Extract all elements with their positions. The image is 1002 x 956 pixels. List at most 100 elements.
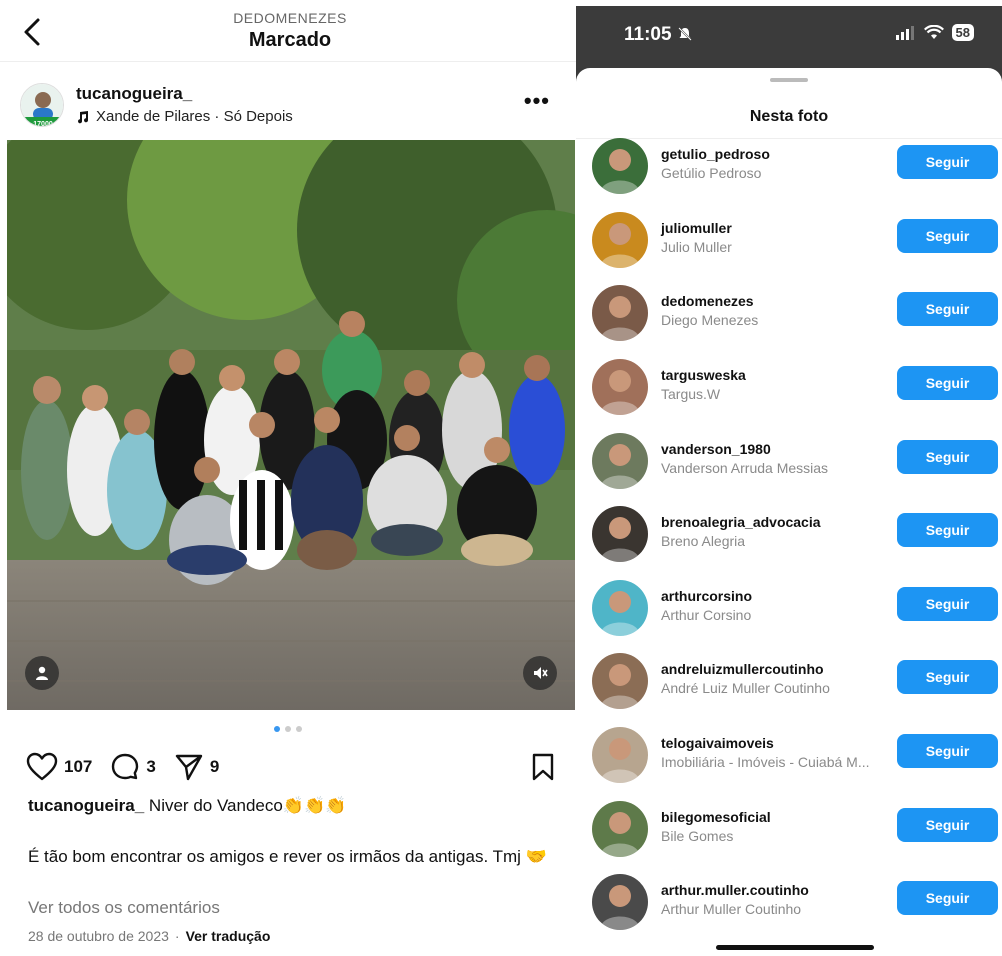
home-indicator xyxy=(716,945,874,950)
post-date: 28 de outubro de 2023 xyxy=(28,928,169,944)
caption: tucanogueira_ Niver do Vandeco👏👏👏 xyxy=(28,795,558,817)
person-username[interactable]: andreluizmullercoutinho xyxy=(661,661,824,677)
person-avatar[interactable] xyxy=(592,874,648,930)
person-row[interactable]: vanderson_1980 Vanderson Arruda Messias Se… xyxy=(576,433,1002,507)
person-avatar[interactable] xyxy=(592,212,648,268)
person-row[interactable]: arthur.muller.coutinho Arthur Muller Cout… xyxy=(576,874,1002,948)
person-row[interactable]: arthurcorsino Arthur Corsino Seguir xyxy=(576,580,1002,654)
tagged-people-button[interactable] xyxy=(25,656,59,690)
share-button[interactable]: 9 xyxy=(174,752,219,782)
page-title: Marcado xyxy=(248,29,332,51)
status-time: 11:05 xyxy=(624,24,693,46)
person-avatar[interactable] xyxy=(592,653,648,709)
follow-button[interactable]: Seguir xyxy=(897,881,998,915)
person-avatar[interactable] xyxy=(592,580,648,636)
like-count: 107 xyxy=(64,757,93,776)
status-time-text: 11:05 xyxy=(624,24,672,45)
caption-username[interactable]: tucanogueira_ xyxy=(28,796,144,815)
person-username[interactable]: vanderson_1980 xyxy=(661,441,771,457)
person-full-name: Arthur Corsino xyxy=(661,607,752,623)
avatar-badge-text: 17000 xyxy=(33,121,53,127)
view-all-comments-link[interactable]: Ver todos os comentários xyxy=(28,898,220,918)
more-options-button[interactable]: ••• xyxy=(524,88,550,114)
person-username[interactable]: bilegomesoficial xyxy=(661,809,771,825)
status-icons: 58 xyxy=(895,24,974,41)
person-username[interactable]: dedomenezes xyxy=(661,293,754,309)
person-avatar[interactable] xyxy=(592,433,648,489)
person-row[interactable]: bilegomesoficial Bile Gomes Seguir xyxy=(576,801,1002,875)
wifi-icon xyxy=(923,25,944,39)
top-bar: DEDOMENEZES Marcado xyxy=(0,0,580,62)
music-line[interactable]: Xande de Pilares · Só Depois xyxy=(76,108,293,125)
follow-button[interactable]: Seguir xyxy=(897,366,998,400)
person-username[interactable]: arthurcorsino xyxy=(661,588,752,604)
battery-indicator: 58 xyxy=(951,24,974,41)
save-button[interactable] xyxy=(530,752,556,787)
person-username[interactable]: telogaivaimoveis xyxy=(661,735,774,751)
person-row[interactable]: targusweska Targus.W Seguir xyxy=(576,359,1002,433)
person-full-name: Arthur Muller Coutinho xyxy=(661,901,802,917)
person-row[interactable]: andreluizmullercoutinho André Luiz Muller… xyxy=(576,653,1002,727)
person-username[interactable]: juliomuller xyxy=(661,220,732,236)
status-bar: 11:05 58 xyxy=(576,6,1002,68)
person-avatar[interactable] xyxy=(592,359,648,415)
heart-icon xyxy=(26,752,58,781)
person-full-name: Diego Menezes xyxy=(661,312,759,328)
tagged-people-panel: 11:05 58 Nesta foto getulio_pedroso Getúl… xyxy=(576,6,1002,956)
follow-button[interactable]: Seguir xyxy=(897,587,998,621)
post-header: 17000 tucanogueira_ Xande de Pilares · S… xyxy=(0,80,580,132)
comment-count: 3 xyxy=(146,757,156,776)
person-full-name: André Luiz Muller Coutinho xyxy=(661,680,830,696)
paper-plane-icon xyxy=(175,754,203,781)
carousel-dot xyxy=(296,726,302,732)
action-bar: 107 3 9 xyxy=(26,750,556,784)
post-panel: DEDOMENEZES Marcado 17000 tucanogueira_ … xyxy=(0,0,580,956)
signal-icon xyxy=(895,25,914,40)
person-row[interactable]: juliomuller Julio Muller Seguir xyxy=(576,212,1002,286)
carousel-dot xyxy=(285,726,291,732)
follow-button[interactable]: Seguir xyxy=(897,145,998,179)
post-photo[interactable] xyxy=(7,140,575,710)
caption-body: É tão bom encontrar os amigos e rever os… xyxy=(28,847,547,866)
bottom-sheet: Nesta foto getulio_pedroso Getúlio Pedros… xyxy=(576,68,1002,956)
follow-button[interactable]: Seguir xyxy=(897,660,998,694)
mute-button[interactable] xyxy=(523,656,557,690)
comment-button[interactable]: 3 xyxy=(110,752,156,782)
person-username[interactable]: targusweska xyxy=(661,367,746,383)
follow-button[interactable]: Seguir xyxy=(897,219,998,253)
drag-handle[interactable] xyxy=(770,78,808,82)
person-full-name: Targus.W xyxy=(661,386,721,402)
follow-button[interactable]: Seguir xyxy=(897,292,998,326)
person-full-name: Julio Muller xyxy=(661,239,732,255)
person-row[interactable]: getulio_pedroso Getúlio Pedroso Seguir xyxy=(576,138,1002,212)
share-count: 9 xyxy=(209,757,220,776)
author-username[interactable]: tucanogueira_ xyxy=(76,84,192,104)
bookmark-icon xyxy=(532,753,554,781)
speaker-muted-icon xyxy=(534,667,548,679)
person-avatar[interactable] xyxy=(592,138,648,194)
person-avatar[interactable] xyxy=(592,801,648,857)
person-avatar[interactable] xyxy=(592,506,648,562)
person-row[interactable]: brenoalegria_advocacia Breno Alegria Segui… xyxy=(576,506,1002,580)
carousel-dot xyxy=(274,726,280,732)
person-row[interactable]: telogaivaimoveis Imobiliária - Imóveis - … xyxy=(576,727,1002,801)
person-avatar[interactable] xyxy=(592,727,648,783)
person-avatar[interactable] xyxy=(592,285,648,341)
person-username[interactable]: getulio_pedroso xyxy=(661,146,770,162)
person-icon xyxy=(36,666,48,680)
comment-bubble-icon xyxy=(112,753,139,780)
author-avatar[interactable]: 17000 xyxy=(20,83,64,127)
person-username[interactable]: arthur.muller.coutinho xyxy=(661,882,809,898)
sheet-title: Nesta foto xyxy=(749,108,829,125)
follow-button[interactable]: Seguir xyxy=(897,734,998,768)
person-full-name: Bile Gomes xyxy=(661,828,734,844)
follow-button[interactable]: Seguir xyxy=(897,808,998,842)
person-username[interactable]: brenoalegria_advocacia xyxy=(661,514,821,530)
person-row[interactable]: dedomenezes Diego Menezes Seguir xyxy=(576,285,1002,359)
follow-button[interactable]: Seguir xyxy=(897,513,998,547)
caption-text: Niver do Vandeco👏👏👏 xyxy=(144,796,347,815)
person-full-name: Getúlio Pedroso xyxy=(661,165,762,181)
translate-link[interactable]: Ver tradução xyxy=(186,928,271,944)
follow-button[interactable]: Seguir xyxy=(897,440,998,474)
like-button[interactable]: 107 xyxy=(26,752,92,782)
